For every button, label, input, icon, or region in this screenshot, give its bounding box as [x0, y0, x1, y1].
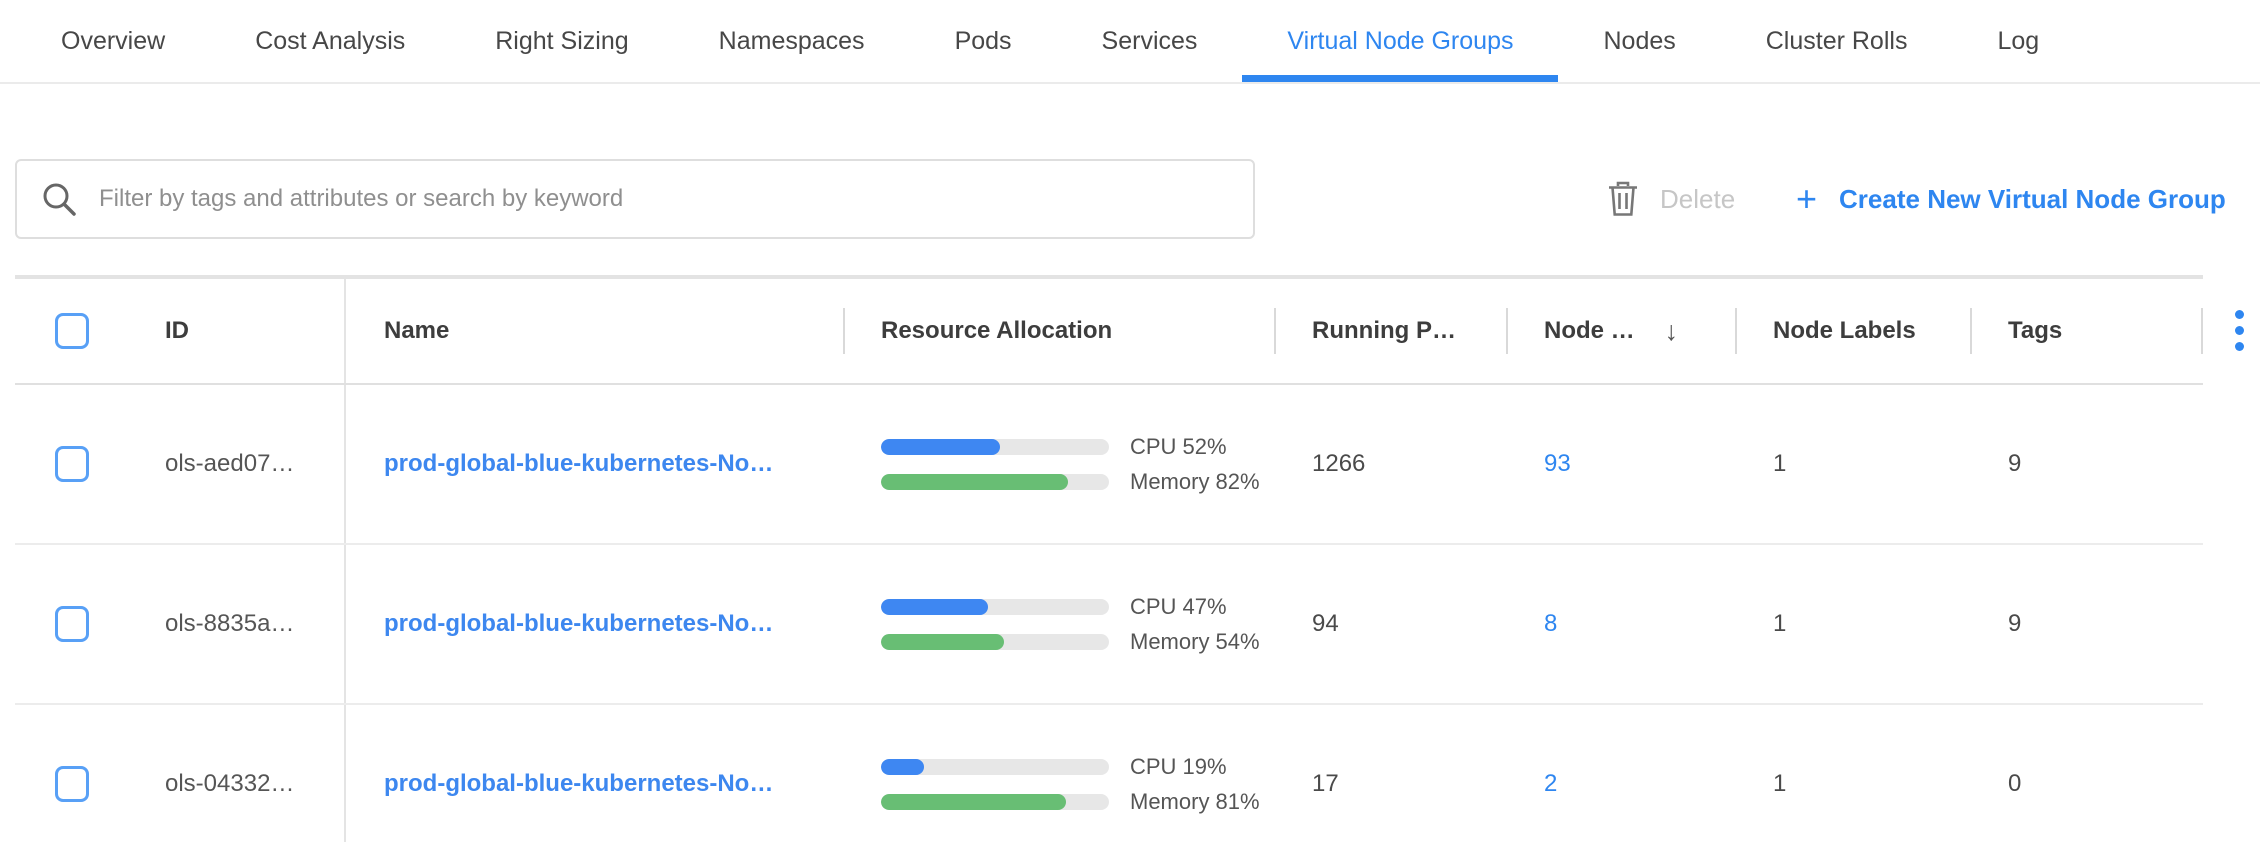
node-labels-value: 1 — [1773, 450, 1786, 478]
nodes-count-link[interactable]: 2 — [1544, 770, 1557, 798]
column-header-resource-allocation[interactable]: Resource Allocation — [843, 279, 1274, 383]
tab-label: Virtual Node Groups — [1287, 27, 1513, 56]
node-labels-value: 1 — [1773, 610, 1786, 638]
row-id: ols-04332… — [165, 770, 294, 798]
column-header-nodes[interactable]: Node … ↓ — [1506, 279, 1735, 383]
top-tab-bar: Overview Cost Analysis Right Sizing Name… — [0, 0, 2260, 84]
resource-allocation: CPU 52% Memory 82% — [881, 434, 1260, 495]
tab-label: Right Sizing — [495, 27, 628, 56]
trash-icon — [1606, 180, 1640, 218]
table-row: ols-8835a… prod-global-blue-kubernetes-N… — [15, 545, 2203, 705]
memory-bar — [881, 474, 1109, 490]
tab-cluster-rolls[interactable]: Cluster Rolls — [1721, 0, 1953, 82]
memory-bar — [881, 634, 1109, 650]
node-labels-value: 1 — [1773, 770, 1786, 798]
cpu-label: CPU 19% — [1130, 754, 1227, 780]
row-checkbox[interactable] — [55, 446, 89, 482]
nodes-count-link[interactable]: 93 — [1544, 450, 1571, 478]
running-pods-value: 17 — [1312, 770, 1339, 798]
select-all-checkbox[interactable] — [55, 313, 89, 349]
memory-label: Memory 82% — [1130, 469, 1260, 495]
header-checkbox-cell — [15, 279, 150, 383]
row-checkbox[interactable] — [55, 606, 89, 642]
row-name-link[interactable]: prod-global-blue-kubernetes-No… — [384, 450, 773, 478]
tab-label: Nodes — [1603, 27, 1675, 56]
kebab-dot — [2235, 326, 2244, 335]
memory-label: Memory 54% — [1130, 629, 1260, 655]
table-row: ols-aed07… prod-global-blue-kubernetes-N… — [15, 385, 2203, 545]
table-header-row: ID Name Resource Allocation Running P… N… — [15, 275, 2203, 385]
sort-descending-icon[interactable]: ↓ — [1665, 316, 1679, 347]
tab-log[interactable]: Log — [1952, 0, 2084, 82]
tags-value: 9 — [2008, 610, 2021, 638]
tab-label: Log — [1997, 27, 2039, 56]
tab-label: Namespaces — [719, 27, 865, 56]
virtual-node-groups-table: ID Name Resource Allocation Running P… N… — [15, 275, 2203, 842]
resource-allocation: CPU 47% Memory 54% — [881, 594, 1260, 655]
cpu-label: CPU 52% — [1130, 434, 1227, 460]
resource-allocation: CPU 19% Memory 81% — [881, 754, 1260, 815]
search-input[interactable] — [99, 185, 1229, 213]
table-row: ols-04332… prod-global-blue-kubernetes-N… — [15, 705, 2203, 842]
tab-label: Cluster Rolls — [1766, 27, 1908, 56]
delete-button-label: Delete — [1660, 184, 1735, 215]
tab-label: Pods — [955, 27, 1012, 56]
plus-icon: + — [1796, 181, 1817, 217]
tab-services[interactable]: Services — [1057, 0, 1243, 82]
row-name-link[interactable]: prod-global-blue-kubernetes-No… — [384, 610, 773, 638]
tab-nodes[interactable]: Nodes — [1558, 0, 1720, 82]
delete-button[interactable]: Delete — [1606, 159, 1735, 239]
row-name-link[interactable]: prod-global-blue-kubernetes-No… — [384, 770, 773, 798]
kebab-dot — [2235, 310, 2244, 319]
column-header-id[interactable]: ID — [150, 279, 346, 383]
row-id: ols-8835a… — [165, 610, 294, 638]
tab-virtual-node-groups[interactable]: Virtual Node Groups — [1242, 0, 1558, 82]
create-button-label: Create New Virtual Node Group — [1839, 184, 2226, 215]
row-id: ols-aed07… — [165, 450, 294, 478]
kebab-dot — [2235, 342, 2244, 351]
tab-cost-analysis[interactable]: Cost Analysis — [210, 0, 450, 82]
search-icon — [41, 181, 77, 217]
create-virtual-node-group-button[interactable]: + Create New Virtual Node Group — [1796, 159, 2226, 239]
table-body: ols-aed07… prod-global-blue-kubernetes-N… — [15, 385, 2203, 842]
cpu-bar — [881, 759, 1109, 775]
tab-pods[interactable]: Pods — [910, 0, 1057, 82]
tags-value: 9 — [2008, 450, 2021, 478]
toolbar: Delete + Create New Virtual Node Group — [0, 159, 2260, 239]
tab-label: Overview — [61, 27, 165, 56]
column-header-node-labels[interactable]: Node Labels — [1735, 279, 1970, 383]
memory-label: Memory 81% — [1130, 789, 1260, 815]
tab-overview[interactable]: Overview — [16, 0, 210, 82]
nodes-count-link[interactable]: 8 — [1544, 610, 1557, 638]
column-settings-menu-button[interactable] — [2219, 300, 2259, 360]
filter-search-box[interactable] — [15, 159, 1255, 239]
cpu-bar — [881, 439, 1109, 455]
tab-label: Cost Analysis — [255, 27, 405, 56]
row-checkbox[interactable] — [55, 766, 89, 802]
column-header-running-pods[interactable]: Running P… — [1274, 279, 1506, 383]
cpu-label: CPU 47% — [1130, 594, 1227, 620]
cpu-bar — [881, 599, 1109, 615]
column-header-tags[interactable]: Tags — [1970, 279, 2203, 383]
running-pods-value: 1266 — [1312, 450, 1365, 478]
memory-bar — [881, 794, 1109, 810]
running-pods-value: 94 — [1312, 610, 1339, 638]
tab-namespaces[interactable]: Namespaces — [674, 0, 910, 82]
tab-label: Services — [1102, 27, 1198, 56]
column-header-name[interactable]: Name — [346, 279, 843, 383]
tags-value: 0 — [2008, 770, 2021, 798]
tab-right-sizing[interactable]: Right Sizing — [450, 0, 673, 82]
